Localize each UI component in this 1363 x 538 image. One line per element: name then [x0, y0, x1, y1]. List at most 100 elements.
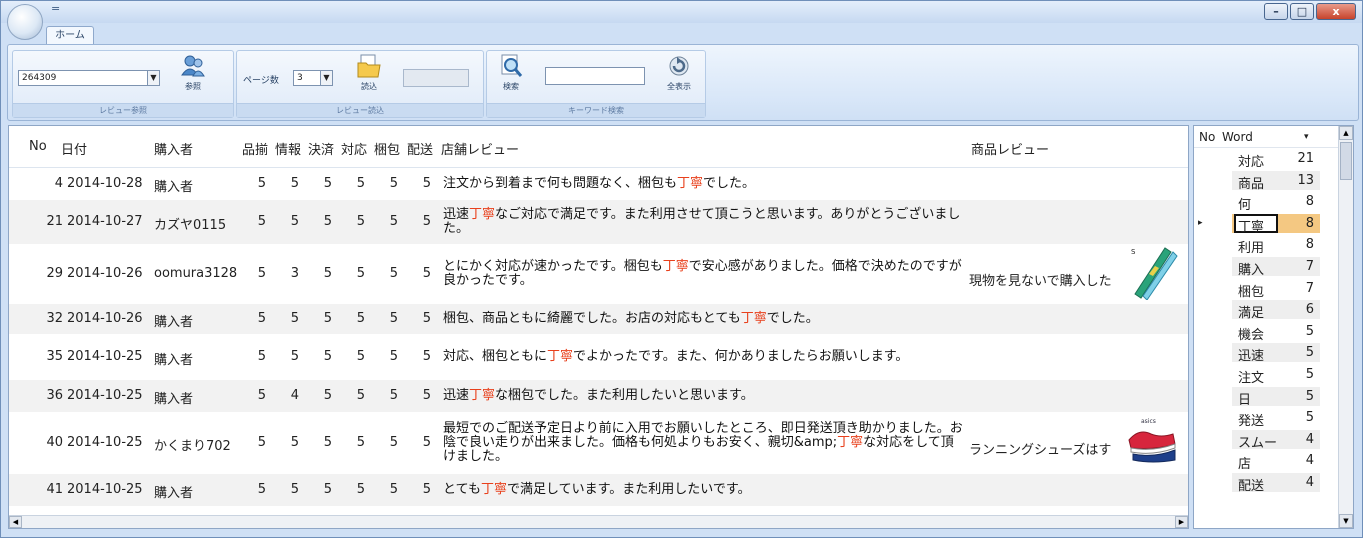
cell-score: 5 — [356, 266, 365, 281]
word-list-item[interactable]: 機会 5 — [1194, 322, 1334, 343]
word-list-item[interactable]: 梱包 7 — [1194, 279, 1334, 300]
search-button[interactable]: 検索 — [493, 53, 529, 92]
chevron-down-icon[interactable]: ▼ — [147, 71, 159, 85]
table-row[interactable]: 29 2014-10-26 oomura3128 5 3 5 5 5 5 とにかく対応が速かったで… — [9, 244, 1188, 304]
wordlist-col-word[interactable]: Word — [1222, 130, 1253, 144]
cell-date: 2014-10-26 — [67, 311, 143, 326]
word-text: 発送 — [1238, 414, 1265, 430]
scroll-right-icon[interactable]: ▶ — [1175, 516, 1188, 528]
minimize-button[interactable]: – — [1264, 3, 1288, 20]
col-header-buyer[interactable]: 購入者 — [154, 139, 193, 158]
col-header-delivery[interactable]: 配送 — [407, 139, 433, 158]
col-header-service[interactable]: 対応 — [341, 139, 367, 158]
word-list-item[interactable]: ▸ 丁寧 8 — [1194, 213, 1334, 235]
word-frequency-list[interactable]: No Word ▾ 対応 21 商品 13 何 8 ▸ 丁寧 8 利用 8 購入 7 梱包 7 満足 6 機会 5 迅… — [1193, 125, 1354, 529]
cell-buyer: 購入者 — [154, 353, 194, 368]
keyword-input[interactable] — [545, 67, 645, 85]
keyword-highlight: 丁寧 — [480, 482, 507, 497]
table-row[interactable]: 4 2014-10-28 購入者 5 5 5 5 5 5 注文から到着まで何も問題なく、梱包も丁寧… — [9, 168, 1188, 200]
cell-score: 5 — [422, 311, 431, 326]
sort-dropdown-icon[interactable]: ▾ — [1304, 132, 1309, 142]
cell-date: 2014-10-25 — [67, 435, 143, 450]
table-row[interactable]: 21 2014-10-27 カズヤ0115 5 5 5 5 5 5 迅速丁寧なご対応で満足です。ま… — [9, 200, 1188, 244]
cell-score: 5 — [389, 388, 398, 403]
word-count: 4 — [1305, 453, 1314, 469]
chevron-down-icon[interactable]: ▼ — [320, 71, 332, 85]
col-header-selection[interactable]: 品揃 — [242, 139, 268, 158]
quick-access-toolbar[interactable]: = — [51, 2, 60, 15]
word-list-item[interactable]: 購入 7 — [1194, 257, 1334, 278]
word-text: 購入 — [1238, 263, 1265, 278]
col-header-shop-review[interactable]: 店舗レビュー — [441, 139, 519, 158]
word-list-item[interactable]: 発送 5 — [1194, 408, 1334, 430]
word-list-item[interactable]: スムー 4 — [1194, 429, 1334, 451]
cell-buyer: カズヤ0115 — [154, 218, 227, 233]
close-button[interactable]: x — [1316, 3, 1356, 20]
reference-button[interactable]: 参照 — [173, 53, 213, 92]
table-row[interactable]: 35 2014-10-25 購入者 5 5 5 5 5 5 対応、梱包ともに丁寧でよかったです。ま… — [9, 334, 1188, 380]
read-button[interactable]: 読込 — [349, 53, 389, 92]
show-all-button[interactable]: 全表示 — [659, 53, 699, 92]
svg-text:asics: asics — [1141, 418, 1156, 425]
word-list-item[interactable]: 配送 4 — [1194, 473, 1334, 494]
review-text: 梱包、商品ともに綺麗でした。お店の対応もとても — [443, 311, 741, 326]
word-count: 8 — [1305, 237, 1314, 253]
col-header-date[interactable]: 日付 — [61, 139, 87, 158]
col-header-payment[interactable]: 決済 — [308, 139, 334, 158]
keyword-highlight: 丁寧 — [837, 435, 864, 450]
keyword-highlight: 丁寧 — [677, 176, 704, 191]
scroll-up-icon[interactable]: ▲ — [1339, 126, 1353, 140]
tab-home[interactable]: ホーム — [46, 26, 94, 46]
table-row[interactable]: 32 2014-10-26 購入者 5 5 5 5 5 5 梱包、商品ともに綺麗でした。お店の対応… — [9, 304, 1188, 334]
word-count: 8 — [1305, 194, 1314, 210]
table-row[interactable]: 40 2014-10-25 かくまり702 5 5 5 5 5 5 最短でのご配送予定日より前に入… — [9, 412, 1188, 474]
col-header-info[interactable]: 情報 — [275, 139, 301, 158]
cell-score: 5 — [257, 311, 266, 326]
word-list-item[interactable]: 迅速 5 — [1194, 343, 1334, 365]
word-count: 5 — [1305, 345, 1314, 361]
col-header-packing[interactable]: 梱包 — [374, 139, 400, 158]
cell-score: 5 — [422, 388, 431, 403]
wordlist-col-no[interactable]: No — [1199, 130, 1215, 144]
word-list-item[interactable]: 日5 — [1194, 386, 1334, 408]
word-list-item[interactable]: 何8 — [1194, 192, 1334, 213]
cell-no: 35 — [46, 349, 63, 364]
scroll-left-icon[interactable]: ◀ — [9, 516, 22, 528]
table-row[interactable]: 41 2014-10-25 購入者 5 5 5 5 5 5 とても丁寧で満足しています。また利用し… — [9, 474, 1188, 506]
col-header-product-review[interactable]: 商品レビュー — [971, 139, 1049, 158]
word-list-item[interactable]: 利用 8 — [1194, 235, 1334, 256]
cell-score: 5 — [389, 214, 398, 229]
table-row[interactable]: 36 2014-10-25 購入者 5 4 5 5 5 5 迅速丁寧な梱包でした。また利用したいと… — [9, 380, 1188, 412]
group-review-reference: 264309 ▼ 参照 レビュー参照 — [12, 50, 234, 118]
reference-button-label: 参照 — [185, 82, 201, 91]
word-list-item[interactable]: 満足 6 — [1194, 300, 1334, 321]
cell-score: 5 — [323, 388, 332, 403]
review-text: 注文から到着まで何も問題なく、梱包も — [443, 176, 678, 191]
word-count: 13 — [1297, 172, 1314, 188]
scroll-thumb[interactable] — [1340, 142, 1352, 180]
application-menu-button[interactable] — [7, 4, 43, 40]
review-grid[interactable]: No 日付 購入者 品揃 情報 決済 対応 梱包 配送 店舗レビュー 商品レビュ… — [8, 125, 1189, 529]
word-text: 注文 — [1238, 371, 1265, 386]
shop-id-combo[interactable]: 264309 ▼ — [18, 70, 160, 86]
word-list-item[interactable]: 商品 13 — [1194, 170, 1334, 192]
word-count: 21 — [1297, 151, 1314, 166]
pages-value: 3 — [297, 73, 303, 83]
horizontal-scrollbar[interactable]: ◀ ▶ — [9, 515, 1188, 528]
word-count: 8 — [1305, 215, 1314, 231]
word-text: 迅速 — [1238, 349, 1265, 365]
cell-score: 5 — [290, 435, 299, 450]
maximize-button[interactable]: □ — [1290, 3, 1314, 20]
word-list-item[interactable]: 店4 — [1194, 451, 1334, 472]
pages-combo[interactable]: 3 ▼ — [293, 70, 333, 86]
cell-no: 4 — [54, 176, 63, 191]
word-list-item[interactable]: 対応 21 — [1194, 149, 1334, 170]
vertical-scrollbar[interactable]: ▲ ▼ — [1338, 126, 1353, 528]
word-count: 7 — [1305, 280, 1314, 296]
word-list-item[interactable]: 注文 5 — [1194, 365, 1334, 386]
cell-score: 5 — [356, 214, 365, 229]
cell-buyer: 購入者 — [154, 486, 194, 501]
col-header-no[interactable]: No — [29, 139, 47, 154]
scroll-down-icon[interactable]: ▼ — [1339, 514, 1353, 528]
word-text: スムー — [1238, 435, 1278, 451]
